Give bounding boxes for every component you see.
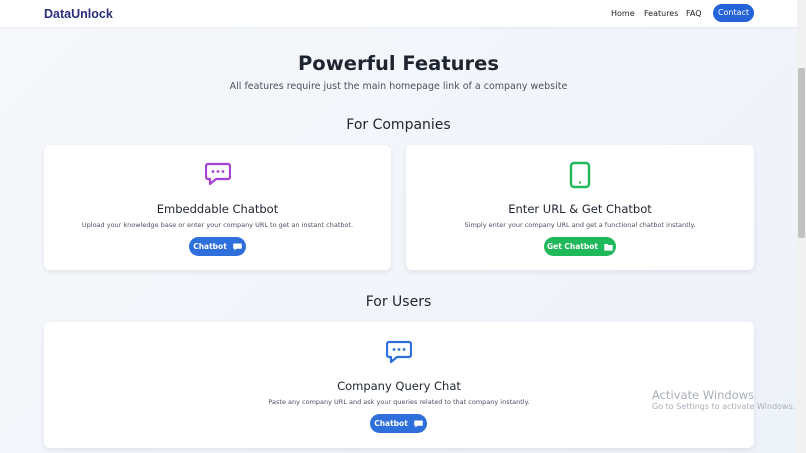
navbar: DataUnlock Home Features FAQ Contact — [0, 0, 797, 27]
tablet-icon — [569, 161, 591, 189]
chatbot-button[interactable]: Chatbot — [370, 414, 427, 433]
nav-link-faq[interactable]: FAQ — [686, 9, 702, 18]
button-label: Get Chatbot — [546, 242, 599, 251]
button-label: Chatbot — [193, 242, 227, 251]
chat-bubble-icon — [386, 340, 412, 364]
activation-watermark-subtitle: Go to Settings to activate Windows. — [652, 402, 796, 411]
feature-card-embeddable-chatbot: Embeddable Chatbot Upload your knowledge… — [44, 145, 391, 270]
card-title: Company Query Chat — [337, 379, 461, 393]
page-scrollbar[interactable] — [797, 0, 806, 453]
card-title: Embeddable Chatbot — [156, 202, 279, 216]
feature-card-url-chatbot: Enter URL & Get Chatbot Simply enter you… — [406, 145, 754, 270]
brand-logo[interactable]: DataUnlock — [44, 7, 113, 21]
comment-icon — [232, 243, 242, 251]
feature-card-company-query-chat: Company Query Chat Paste any company URL… — [44, 322, 754, 448]
comment-icon — [413, 420, 423, 428]
contact-button[interactable]: Contact — [713, 4, 754, 22]
card-description: Simply enter your company URL and get a … — [464, 221, 696, 229]
nav-link-features[interactable]: Features — [644, 9, 678, 18]
folder-icon — [604, 243, 613, 251]
card-title: Enter URL & Get Chatbot — [508, 202, 652, 216]
get-chatbot-button[interactable]: Get Chatbot — [544, 237, 616, 256]
scrollbar-thumb[interactable] — [798, 68, 805, 238]
chatbot-button[interactable]: Chatbot — [189, 237, 246, 256]
card-description: Upload your knowledge base or enter your… — [81, 221, 354, 229]
nav-link-home[interactable]: Home — [611, 9, 635, 18]
activation-watermark-title: Activate Windows — [652, 388, 755, 402]
card-description: Paste any company URL and ask your queri… — [268, 398, 530, 406]
page-title: Powerful Features — [298, 52, 499, 75]
section-title-companies: For Companies — [346, 117, 451, 133]
button-label: Chatbot — [374, 419, 408, 428]
section-title-users: For Users — [365, 294, 432, 310]
chat-bubble-icon — [205, 162, 231, 186]
page-subtitle: All features require just the main homep… — [229, 81, 568, 92]
